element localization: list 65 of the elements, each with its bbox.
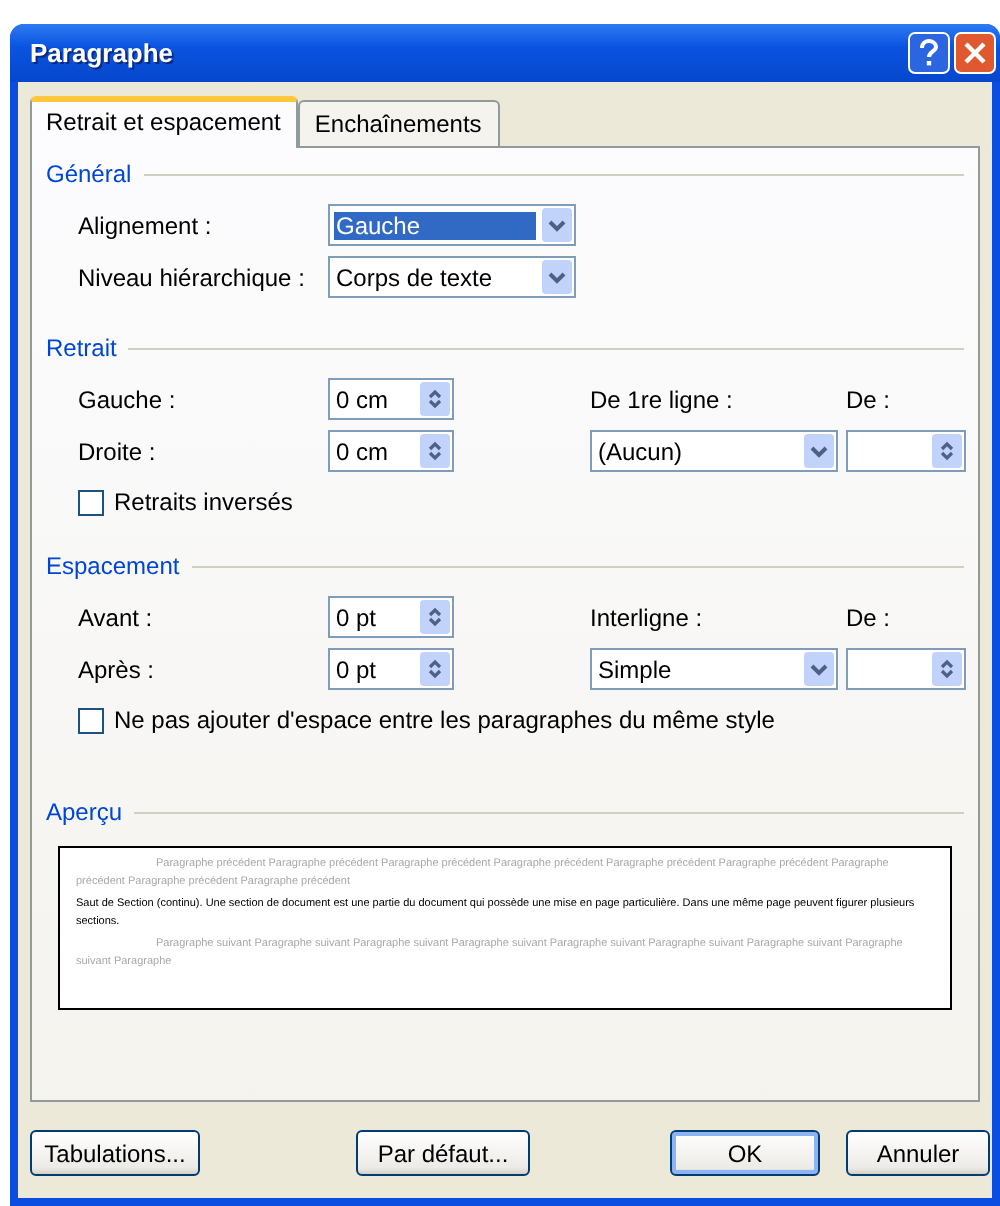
dropdown-arrow-button[interactable]: [804, 652, 834, 686]
dialog-button[interactable]: Par défaut...: [356, 1130, 530, 1176]
section-heading: Général: [46, 160, 132, 188]
dropdown-arrow-button[interactable]: [804, 434, 834, 468]
up-down-arrows-icon: [940, 658, 954, 680]
field-value: 0 pt: [334, 603, 379, 631]
spinner-button[interactable]: [932, 434, 962, 468]
up-down-arrows-icon: [428, 388, 442, 410]
window-title: Paragraphe: [30, 38, 174, 68]
dropdown[interactable]: Corps de texte: [328, 256, 576, 298]
field-label: Après :: [78, 655, 157, 683]
dropdown[interactable]: Gauche: [328, 204, 576, 246]
field-label: Niveau hiérarchique :: [78, 263, 307, 291]
spinner-button[interactable]: [420, 434, 450, 468]
field-label: Alignement :: [78, 211, 214, 239]
spin-field[interactable]: 0 pt: [328, 648, 454, 690]
close-icon[interactable]: [954, 32, 996, 74]
spin-field[interactable]: [846, 648, 966, 690]
spin-field[interactable]: 0 cm: [328, 378, 454, 420]
spinner-button[interactable]: [932, 652, 962, 686]
tab[interactable]: Enchaînements: [298, 100, 500, 146]
checkbox[interactable]: [78, 489, 104, 515]
chevron-down-icon: [548, 271, 566, 283]
chevron-down-icon: [810, 663, 828, 675]
field-label: De 1re ligne :: [590, 385, 735, 413]
chevron-down-icon: [810, 445, 828, 457]
spinner-button[interactable]: [420, 652, 450, 686]
field-label: De :: [846, 385, 893, 413]
up-down-arrows-icon: [428, 658, 442, 680]
field-value: 0 cm: [334, 437, 391, 465]
section-heading: Aperçu: [46, 798, 123, 826]
field-value: 0 pt: [334, 655, 379, 683]
dropdown-value: Corps de texte: [334, 263, 495, 291]
spinner-button[interactable]: [420, 600, 450, 634]
dropdown-arrow-button[interactable]: [542, 208, 572, 242]
section-heading: Retrait: [46, 334, 117, 362]
field-label: Gauche :: [78, 385, 178, 413]
spin-field[interactable]: 0 pt: [328, 596, 454, 638]
field-label: Droite :: [78, 437, 158, 465]
field-value: 0 cm: [334, 385, 391, 413]
checkbox[interactable]: [78, 707, 104, 733]
dropdown-value: Gauche: [334, 211, 536, 239]
checkbox-label: Ne pas ajouter d'espace entre les paragraphes du même style: [114, 706, 775, 734]
up-down-arrows-icon: [940, 440, 954, 462]
dropdown[interactable]: Simple: [590, 648, 838, 690]
spin-field[interactable]: [846, 430, 966, 472]
chevron-down-icon: [548, 219, 566, 231]
up-down-arrows-icon: [428, 606, 442, 628]
field-label: De :: [846, 603, 893, 631]
spin-field[interactable]: 0 cm: [328, 430, 454, 472]
dropdown[interactable]: (Aucun): [590, 430, 838, 472]
field-label: Interligne :: [590, 603, 705, 631]
up-down-arrows-icon: [428, 440, 442, 462]
dialog-button[interactable]: Annuler: [846, 1130, 990, 1176]
checkbox-label: Retraits inversés: [114, 488, 293, 516]
help-icon[interactable]: [908, 32, 950, 74]
dialog-button[interactable]: Tabulations...: [30, 1130, 200, 1176]
dropdown-arrow-button[interactable]: [542, 260, 572, 294]
dialog-button[interactable]: OK: [670, 1130, 820, 1176]
tab[interactable]: Retrait et espacement: [30, 96, 299, 148]
section-heading: Espacement: [46, 552, 180, 580]
dropdown-value: Simple: [596, 655, 674, 683]
dropdown-value: (Aucun): [596, 437, 685, 465]
field-label: Avant :: [78, 603, 155, 631]
spinner-button[interactable]: [420, 382, 450, 416]
